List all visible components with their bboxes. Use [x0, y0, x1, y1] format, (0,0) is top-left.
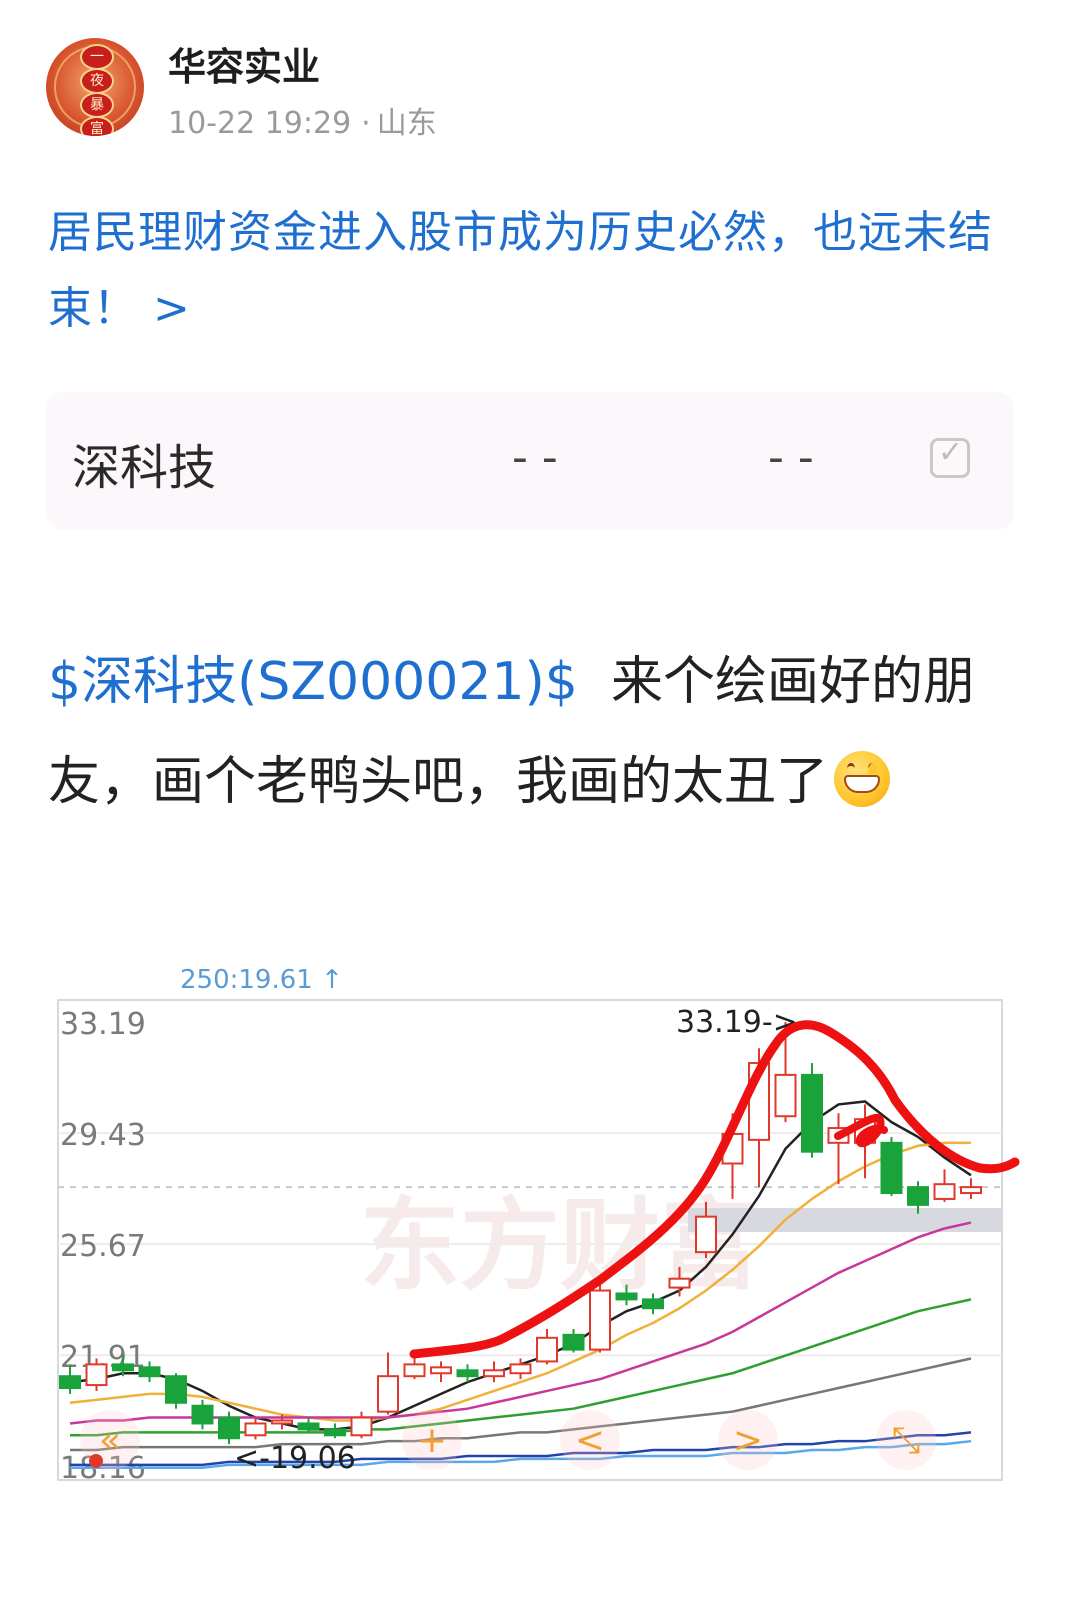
avatar[interactable]: 一 夜 暴 富	[46, 38, 144, 136]
candle-body	[907, 1186, 929, 1206]
candle-body	[59, 1375, 81, 1390]
candle-body	[536, 1336, 558, 1363]
control-glyph: <	[575, 1420, 605, 1461]
add-watchlist-checkbox[interactable]: ✓	[930, 435, 970, 478]
post-meta: 10-22 19:29 · 山东	[168, 98, 437, 142]
candle-body	[960, 1186, 982, 1195]
headline-arrow-icon: >	[153, 283, 191, 334]
candle-body	[456, 1369, 479, 1378]
candle-body	[774, 1073, 797, 1118]
author-name[interactable]: 华容实业	[168, 36, 320, 91]
candle-body	[403, 1363, 426, 1378]
stock-price: --	[512, 432, 572, 483]
meta-separator: ·	[361, 106, 371, 141]
headline-link[interactable]: 居民理财资金进入股市成为历史必然，也远未结束！ >	[48, 195, 1028, 347]
candle-body	[483, 1369, 505, 1378]
post-location: 山东	[376, 106, 437, 141]
avatar-lantern-1: 一	[80, 44, 114, 70]
control-glyph: ⤡	[892, 1420, 921, 1461]
candle-body	[668, 1277, 691, 1289]
prev-icon[interactable]: <	[560, 1410, 620, 1470]
y-tick-label: 33.19	[60, 1007, 146, 1042]
avatar-lantern-3: 暴	[80, 92, 114, 118]
expand-icon[interactable]: ⤡	[876, 1410, 936, 1470]
stock-chart[interactable]: 250:19.61 ↑ 东方财富 33.1929.4325.6721.9118.…	[0, 950, 1080, 1490]
candle-body	[165, 1375, 187, 1404]
candle-body	[509, 1363, 532, 1375]
next-icon[interactable]: >	[718, 1410, 778, 1470]
avatar-lantern-2: 夜	[80, 68, 114, 94]
candle-body	[880, 1141, 903, 1195]
chart-top-label: 250:19.61 ↑	[180, 965, 343, 995]
candle-body	[271, 1419, 293, 1425]
price-band-highlight	[688, 1208, 1002, 1232]
stock-tag-link[interactable]: $深科技(SZ000021)$	[48, 652, 578, 712]
marker-dot	[89, 1454, 103, 1468]
candle-body	[562, 1333, 585, 1351]
candle-body	[324, 1428, 346, 1437]
y-tick-label: 25.67	[60, 1229, 146, 1264]
low-price-label: <-19.06	[234, 1441, 356, 1476]
kline-chart-svg: 250:19.61 ↑ 东方财富 33.1929.4325.6721.9118.…	[57, 965, 1020, 1486]
candle-body	[85, 1363, 108, 1387]
control-glyph: >	[733, 1420, 763, 1461]
candle-body	[430, 1366, 452, 1375]
post-time: 10-22 19:29	[168, 106, 352, 141]
candle-body	[377, 1375, 399, 1413]
control-glyph: +	[417, 1420, 447, 1461]
grinning-face-icon	[834, 751, 891, 807]
stock-change: --	[768, 432, 828, 483]
candle-body	[695, 1215, 717, 1254]
candle-body	[933, 1183, 956, 1200]
candle-body	[244, 1422, 267, 1437]
candle-body	[191, 1404, 214, 1425]
crosshair-icon[interactable]: +	[402, 1410, 462, 1470]
candle-body	[801, 1073, 823, 1153]
stock-name: 深科技	[72, 440, 217, 496]
check-icon: ✓	[938, 435, 964, 470]
avatar-lantern-4: 富	[80, 116, 114, 136]
y-tick-label: 29.43	[60, 1118, 146, 1153]
control-glyph: «	[99, 1420, 121, 1461]
candle-body	[112, 1363, 134, 1372]
stock-card[interactable]: 深科技 -- -- ✓	[46, 392, 1014, 530]
candle-body	[615, 1292, 638, 1301]
candle-body	[350, 1416, 373, 1437]
post-body: $深科技(SZ000021)$ 来个绘画好的朋友，画个老鸭头吧，我画的太丑了	[48, 632, 1038, 832]
candle-body	[297, 1422, 320, 1431]
candle-body	[218, 1416, 240, 1440]
candle-body	[138, 1366, 161, 1378]
candle-body	[589, 1289, 611, 1351]
candle-body	[642, 1298, 664, 1310]
